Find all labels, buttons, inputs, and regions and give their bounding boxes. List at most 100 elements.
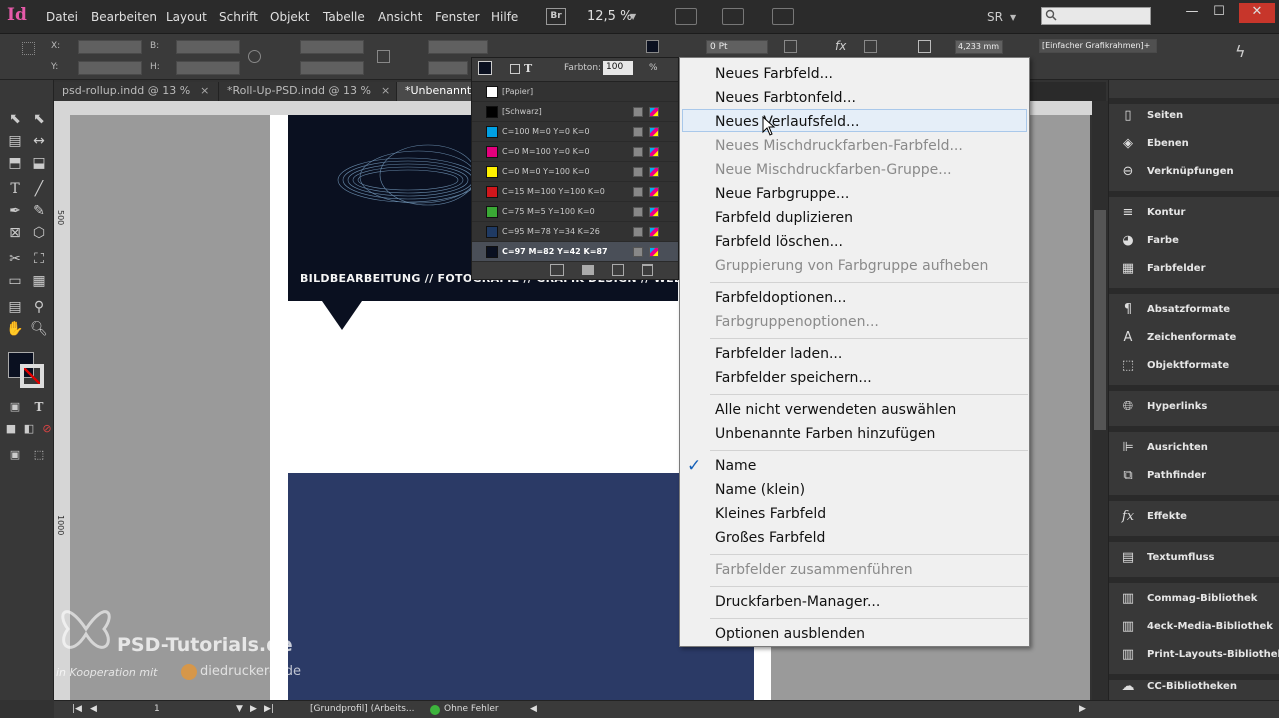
tab-roll-up-psd[interactable]: *Roll-Up-PSD.indd @ 13 % × xyxy=(219,82,397,101)
page-tool-icon[interactable]: ▤ xyxy=(5,132,25,150)
scale-x-field[interactable] xyxy=(300,40,364,54)
menu-item-ungroup-color-group[interactable]: Gruppierung von Farbgruppe aufheben xyxy=(715,258,988,274)
menu-hilfe[interactable]: Hilfe xyxy=(491,10,518,24)
y-field[interactable] xyxy=(78,61,142,75)
polygon-tool-icon[interactable]: ⬡ xyxy=(29,224,49,242)
tab-psd-rollup[interactable]: psd-rollup.indd @ 13 % × xyxy=(54,82,219,101)
stroke-swatch-icon[interactable] xyxy=(20,364,44,388)
zoom-tool-icon[interactable]: 🔍︎ xyxy=(29,320,49,338)
note-tool-icon[interactable]: ▤ xyxy=(5,298,25,316)
gradient-feather-tool-icon[interactable]: ▦ xyxy=(29,272,49,290)
panel-hyperlinks[interactable]: 🌐︎ Hyperlinks xyxy=(1119,396,1274,418)
close-button[interactable]: ✕ xyxy=(1239,3,1275,23)
menu-item-view-name-small[interactable]: Name (klein) xyxy=(715,482,805,498)
menu-item-add-unnamed[interactable]: Unbenannte Farben hinzufügen xyxy=(715,426,935,442)
first-page-icon[interactable]: |◀ xyxy=(72,704,82,714)
chevron-down-icon[interactable]: ▼ xyxy=(630,12,636,21)
scale-y-field[interactable] xyxy=(300,61,364,75)
swatch-row[interactable]: [Schwarz] xyxy=(472,102,678,122)
content-collector-icon[interactable]: ⬒ xyxy=(5,154,25,172)
fill-swatch-icon[interactable] xyxy=(478,61,492,75)
close-icon[interactable]: × xyxy=(381,84,390,97)
x-field[interactable] xyxy=(78,40,142,54)
menu-item-new-mixed-ink[interactable]: Neues Mischdruckfarben-Farbfeld... xyxy=(715,138,963,154)
apply-gradient-icon[interactable]: ◧ xyxy=(19,420,39,438)
panel-objektformate[interactable]: ⬚ Objektformate xyxy=(1119,355,1274,377)
menu-objekt[interactable]: Objekt xyxy=(270,10,309,24)
menu-item-swatch-options[interactable]: Farbfeldoptionen... xyxy=(715,290,846,306)
swatch-row[interactable]: C=0 M=100 Y=0 K=0 xyxy=(472,142,678,162)
line-tool-icon[interactable]: ╱ xyxy=(29,180,49,198)
menu-tabelle[interactable]: Tabelle xyxy=(323,10,365,24)
panel-ausrichten[interactable]: ⊫ Ausrichten xyxy=(1119,437,1274,459)
swatch-row[interactable]: C=15 M=100 Y=100 K=0 xyxy=(472,182,678,202)
show-all-swatches-icon[interactable] xyxy=(550,264,564,276)
page-number[interactable]: 1 xyxy=(154,704,160,714)
direct-selection-tool-icon[interactable]: ⬉ xyxy=(29,110,49,128)
chevron-left-icon[interactable]: ◀ xyxy=(530,704,537,714)
selection-tool-icon[interactable]: ⬉ xyxy=(5,110,25,128)
maximize-button[interactable]: ☐ xyxy=(1207,3,1231,23)
gradient-tool-icon[interactable]: ▭ xyxy=(5,272,25,290)
screen-mode-icon[interactable] xyxy=(722,8,744,25)
view-options-icon[interactable] xyxy=(675,8,697,25)
workspace-switcher[interactable]: SR xyxy=(987,10,1003,24)
menu-item-color-group-options[interactable]: Farbgruppenoptionen... xyxy=(715,314,879,330)
menu-item-new-tint[interactable]: Neues Farbtonfeld... xyxy=(715,90,856,106)
panel-ebenen[interactable]: ◈ Ebenen xyxy=(1119,133,1274,155)
bridge-button[interactable]: Br xyxy=(546,8,566,25)
text-icon[interactable]: T xyxy=(524,62,532,75)
lightning-icon[interactable]: ϟ xyxy=(1235,42,1246,61)
panel-farbfelder[interactable]: ▦ Farbfelder xyxy=(1119,258,1274,280)
constrain-proportions-icon[interactable] xyxy=(248,50,261,63)
menu-item-load-swatches[interactable]: Farbfelder laden... xyxy=(715,346,842,362)
content-placer-icon[interactable]: ⬓ xyxy=(29,154,49,172)
panel-seiten[interactable]: ▯ Seiten xyxy=(1119,105,1274,127)
chevron-down-icon[interactable]: ▼ xyxy=(236,704,243,714)
menu-item-view-large-swatch[interactable]: Großes Farbfeld xyxy=(715,530,825,546)
eyedropper-tool-icon[interactable]: ⚲ xyxy=(29,298,49,316)
panel-4eck-media-bibliothek[interactable]: ▥ 4eck-Media-Bibliothek xyxy=(1119,616,1274,638)
next-page-icon[interactable]: ▶ xyxy=(250,704,257,714)
new-swatch-icon[interactable] xyxy=(612,264,624,276)
panel-absatzformate[interactable]: ¶ Absatzformate xyxy=(1119,299,1274,321)
panel-commag-bibliothek[interactable]: ▥ Commag-Bibliothek xyxy=(1119,588,1274,610)
rotate-field[interactable] xyxy=(428,40,488,54)
width-field[interactable] xyxy=(176,40,240,54)
preview-mode-icon[interactable]: ⬚ xyxy=(29,446,49,464)
stroke-weight-field[interactable]: 0 Pt xyxy=(706,40,768,54)
tint-field[interactable]: 100 xyxy=(603,61,633,75)
menu-item-new-color-group[interactable]: Neue Farbgruppe... xyxy=(715,186,849,202)
menu-datei[interactable]: Datei xyxy=(46,10,78,24)
menu-item-select-unused[interactable]: Alle nicht verwendeten auswählen xyxy=(715,402,956,418)
formatting-text-icon[interactable]: T xyxy=(29,398,49,416)
trash-icon[interactable] xyxy=(642,264,653,276)
text-wrap-icon[interactable] xyxy=(864,40,877,53)
type-tool-icon[interactable]: T xyxy=(5,180,25,198)
scrollbar-thumb[interactable] xyxy=(1094,210,1106,430)
menu-item-delete-swatch[interactable]: Farbfeld löschen... xyxy=(715,234,843,250)
panel-print-layouts-bibliothek[interactable]: ▥ Print-Layouts-Bibliothek xyxy=(1119,644,1279,666)
reference-point-icon[interactable] xyxy=(22,42,35,55)
panel-cc-bibliotheken[interactable]: ☁ CC-Bibliotheken xyxy=(1119,678,1274,698)
height-field[interactable] xyxy=(176,61,240,75)
hand-tool-icon[interactable]: ✋ xyxy=(5,320,25,338)
menu-item-save-swatches[interactable]: Farbfelder speichern... xyxy=(715,370,872,386)
shear-field[interactable] xyxy=(428,61,468,75)
chevron-down-icon[interactable]: ▼ xyxy=(1010,13,1016,22)
panel-textumfluss[interactable]: ▤ Textumfluss xyxy=(1119,547,1274,569)
arrange-documents-icon[interactable] xyxy=(772,8,794,25)
swatch-row[interactable]: C=100 M=0 Y=0 K=0 xyxy=(472,122,678,142)
fill-color-icon[interactable] xyxy=(646,40,659,53)
scissors-tool-icon[interactable]: ✂ xyxy=(5,250,25,268)
preflight-status[interactable]: Ohne Fehler xyxy=(444,704,499,714)
tab-unbenannt[interactable]: *Unbenannt- xyxy=(397,82,477,101)
object-style-select[interactable]: [Einfacher Grafikrahmen]+ xyxy=(1039,39,1157,53)
fit-content-icon[interactable] xyxy=(918,40,931,53)
panel-verknuepfungen[interactable]: ⊖ Verknüpfungen xyxy=(1119,161,1274,183)
preflight-profile[interactable]: [Grundprofil] (Arbeits... xyxy=(310,704,415,714)
rectangle-frame-tool-icon[interactable]: ⊠ xyxy=(5,224,25,242)
menu-layout[interactable]: Layout xyxy=(166,10,207,24)
menu-ansicht[interactable]: Ansicht xyxy=(378,10,422,24)
swatch-row[interactable]: C=75 M=5 Y=100 K=0 xyxy=(472,202,678,222)
